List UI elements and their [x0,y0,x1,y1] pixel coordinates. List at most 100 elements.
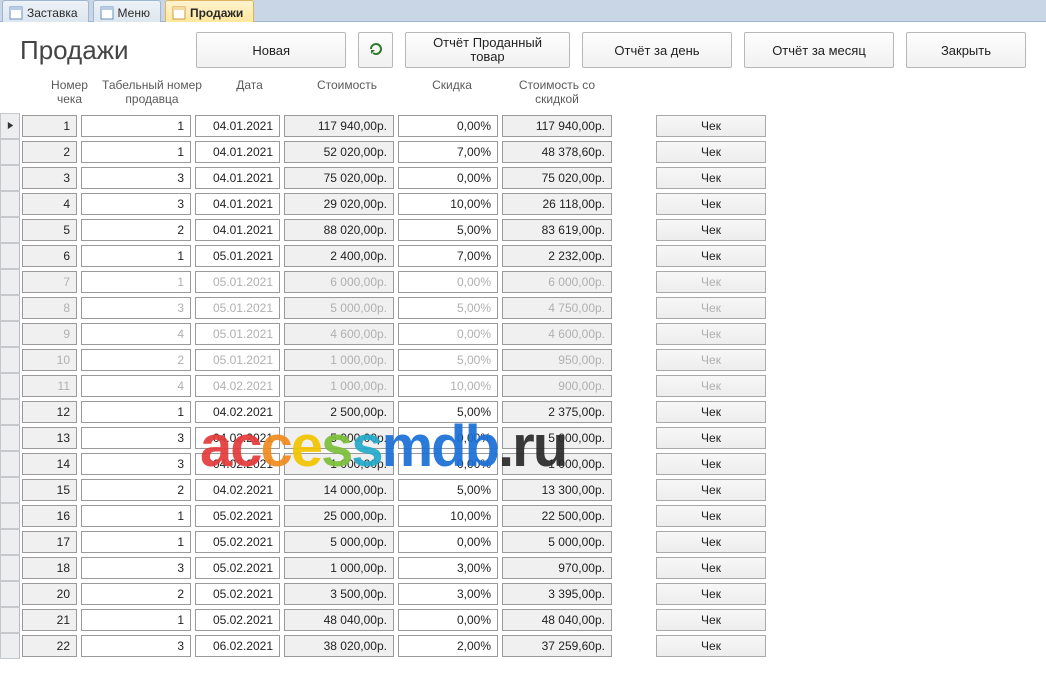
cell-discount[interactable]: 0,00% [398,167,498,189]
tab-menu[interactable]: Меню [93,0,161,22]
receipt-button[interactable]: Чек [656,245,766,267]
cell-date[interactable]: 04.01.2021 [195,219,280,241]
cell-date[interactable]: 04.02.2021 [195,375,280,397]
receipt-button[interactable]: Чек [656,609,766,631]
row-selector[interactable] [0,373,20,399]
cell-date[interactable]: 04.02.2021 [195,427,280,449]
receipt-button[interactable]: Чек [656,401,766,423]
cell-discount[interactable]: 0,00% [398,531,498,553]
cell-date[interactable]: 04.02.2021 [195,479,280,501]
cell-date[interactable]: 05.02.2021 [195,609,280,631]
cell-seller-number[interactable]: 2 [81,349,191,371]
cell-date[interactable]: 04.01.2021 [195,193,280,215]
cell-date[interactable]: 05.02.2021 [195,531,280,553]
receipt-button[interactable]: Чек [656,635,766,657]
cell-seller-number[interactable]: 4 [81,323,191,345]
report-month-button[interactable]: Отчёт за месяц [744,32,894,68]
receipt-button[interactable]: Чек [656,323,766,345]
cell-seller-number[interactable]: 1 [81,505,191,527]
cell-discount[interactable]: 2,00% [398,635,498,657]
row-selector[interactable] [0,477,20,503]
cell-date[interactable]: 05.02.2021 [195,505,280,527]
receipt-button[interactable]: Чек [656,349,766,371]
cell-discount[interactable]: 0,00% [398,453,498,475]
row-selector[interactable] [0,399,20,425]
cell-discount[interactable]: 0,00% [398,115,498,137]
cell-discount[interactable]: 0,00% [398,427,498,449]
cell-discount[interactable]: 3,00% [398,583,498,605]
receipt-button[interactable]: Чек [656,583,766,605]
receipt-button[interactable]: Чек [656,297,766,319]
cell-seller-number[interactable]: 2 [81,583,191,605]
receipt-button[interactable]: Чек [656,557,766,579]
refresh-button[interactable] [358,32,393,68]
cell-seller-number[interactable]: 1 [81,141,191,163]
row-selector[interactable] [0,321,20,347]
cell-seller-number[interactable]: 3 [81,297,191,319]
cell-discount[interactable]: 7,00% [398,245,498,267]
cell-date[interactable]: 05.01.2021 [195,245,280,267]
cell-seller-number[interactable]: 1 [81,271,191,293]
row-selector[interactable] [0,139,20,165]
cell-seller-number[interactable]: 1 [81,609,191,631]
cell-seller-number[interactable]: 3 [81,427,191,449]
cell-date[interactable]: 05.01.2021 [195,349,280,371]
receipt-button[interactable]: Чек [656,479,766,501]
row-selector[interactable] [0,269,20,295]
cell-seller-number[interactable]: 3 [81,557,191,579]
cell-seller-number[interactable]: 4 [81,375,191,397]
row-selector[interactable] [0,581,20,607]
tab-sales[interactable]: Продажи [165,0,254,22]
cell-discount[interactable]: 5,00% [398,479,498,501]
receipt-button[interactable]: Чек [656,219,766,241]
cell-discount[interactable]: 5,00% [398,349,498,371]
cell-seller-number[interactable]: 1 [81,531,191,553]
cell-discount[interactable]: 7,00% [398,141,498,163]
cell-date[interactable]: 05.02.2021 [195,583,280,605]
cell-discount[interactable]: 5,00% [398,219,498,241]
cell-seller-number[interactable]: 2 [81,219,191,241]
row-selector[interactable] [0,243,20,269]
cell-seller-number[interactable]: 2 [81,479,191,501]
cell-discount[interactable]: 0,00% [398,323,498,345]
receipt-button[interactable]: Чек [656,115,766,137]
cell-discount[interactable]: 5,00% [398,401,498,423]
row-selector[interactable] [0,503,20,529]
cell-date[interactable]: 04.01.2021 [195,141,280,163]
row-selector[interactable] [0,425,20,451]
report-product-button[interactable]: Отчёт Проданный товар [405,32,570,68]
row-selector[interactable] [0,555,20,581]
cell-seller-number[interactable]: 3 [81,167,191,189]
row-selector[interactable] [0,217,20,243]
row-selector[interactable] [0,295,20,321]
receipt-button[interactable]: Чек [656,505,766,527]
receipt-button[interactable]: Чек [656,531,766,553]
cell-date[interactable]: 04.01.2021 [195,115,280,137]
cell-seller-number[interactable]: 1 [81,115,191,137]
close-button[interactable]: Закрыть [906,32,1026,68]
cell-discount[interactable]: 10,00% [398,193,498,215]
row-selector[interactable] [0,191,20,217]
receipt-button[interactable]: Чек [656,167,766,189]
cell-discount[interactable]: 10,00% [398,375,498,397]
grid-body[interactable]: 1104.01.2021117 940,00р.0,00%117 940,00р… [0,113,1046,665]
receipt-button[interactable]: Чек [656,427,766,449]
cell-seller-number[interactable]: 1 [81,401,191,423]
cell-date[interactable]: 06.02.2021 [195,635,280,657]
cell-date[interactable]: 05.01.2021 [195,323,280,345]
row-selector[interactable] [0,633,20,659]
cell-discount[interactable]: 5,00% [398,297,498,319]
cell-seller-number[interactable]: 3 [81,453,191,475]
row-selector[interactable] [0,165,20,191]
receipt-button[interactable]: Чек [656,375,766,397]
receipt-button[interactable]: Чек [656,271,766,293]
cell-seller-number[interactable]: 3 [81,635,191,657]
cell-discount[interactable]: 0,00% [398,271,498,293]
cell-date[interactable]: 04.02.2021 [195,401,280,423]
cell-date[interactable]: 05.02.2021 [195,557,280,579]
row-selector[interactable] [0,451,20,477]
cell-date[interactable]: 04.02.2021 [195,453,280,475]
cell-discount[interactable]: 0,00% [398,609,498,631]
row-selector[interactable] [0,347,20,373]
tab-splash[interactable]: Заставка [2,0,89,22]
